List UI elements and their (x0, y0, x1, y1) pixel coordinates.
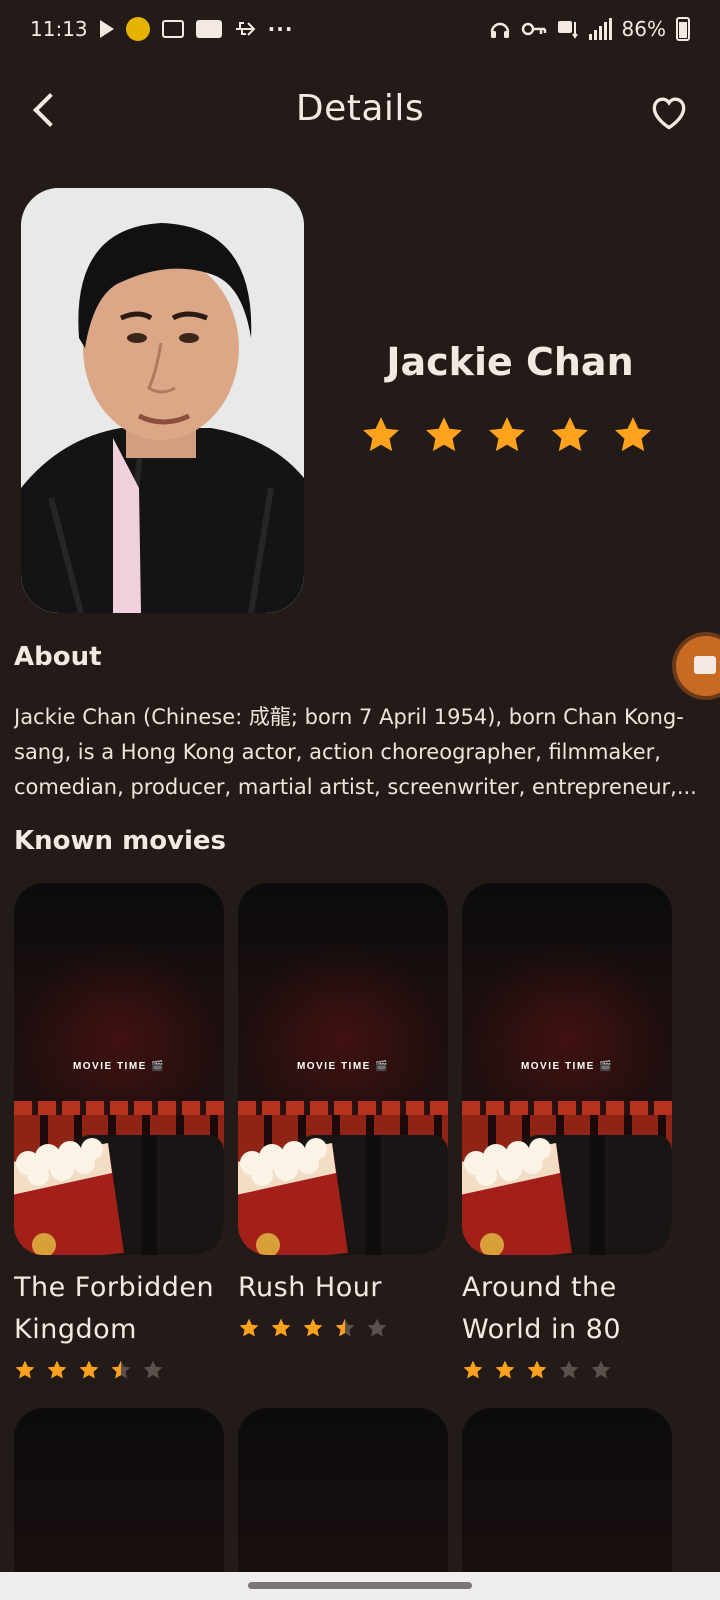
poster-label: MOVIE TIME 🎬 (520, 1061, 614, 1072)
battery-percentage: 86% (621, 17, 666, 41)
star-icon (362, 417, 400, 452)
movie-poster: MOVIE TIME 🎬 (462, 883, 672, 1255)
poster-label: MOVIE TIME 🎬 (72, 1061, 166, 1072)
image-icon (161, 20, 184, 38)
status-time: 11:13 (30, 17, 88, 41)
about-text-content: Jackie Chan (Chinese: 成龍; born 7 April 1… (14, 705, 697, 799)
star-icon (591, 1360, 611, 1379)
movie-card-partial[interactable] (238, 1408, 448, 1578)
about-text[interactable]: Jackie Chan (Chinese: 成龍; born 7 April 1… (14, 700, 714, 805)
signal-icon (588, 18, 612, 40)
heart-icon (652, 97, 686, 130)
actor-photo (21, 188, 304, 613)
screen-recorder-bubble[interactable] (676, 636, 720, 696)
video-icon (694, 656, 716, 674)
lte-icon (557, 18, 579, 40)
star-icon (551, 417, 589, 452)
star-icon (488, 417, 526, 452)
poster-glow (238, 943, 448, 1103)
page-title: Details (295, 88, 425, 129)
actor-rating (360, 414, 654, 456)
play-icon (99, 20, 114, 38)
star-icon (527, 1360, 547, 1379)
known-movies-heading: Known movies (14, 826, 227, 856)
movie-rating (462, 1359, 672, 1381)
star-icon (559, 1360, 579, 1379)
popcorn-icon (238, 1138, 348, 1255)
movie-poster: MOVIE TIME 🎬 (238, 883, 448, 1255)
star-icon (463, 1360, 483, 1379)
system-navigation-bar (0, 1572, 720, 1600)
star-icon (143, 1360, 163, 1379)
poster-glow (14, 943, 224, 1103)
movie-card[interactable]: MOVIE TIME 🎬 The Forbidden Kingdom (14, 883, 224, 1381)
star-icon (335, 1318, 355, 1337)
top-app-bar: Details (0, 72, 720, 152)
status-bar: 11:13 ··· 86% (0, 0, 720, 58)
movie-card[interactable]: MOVIE TIME 🎬 Around the World in 80 D... (462, 883, 672, 1381)
more-icon: ··· (267, 17, 294, 41)
popcorn-icon (14, 1138, 124, 1255)
movie-poster: MOVIE TIME 🎬 (14, 883, 224, 1255)
app-icon (125, 17, 150, 41)
popcorn-icon (462, 1138, 572, 1255)
star-icon (47, 1360, 67, 1379)
headset-icon (489, 18, 511, 40)
vpn-key-icon (521, 18, 547, 40)
movie-card-partial[interactable] (14, 1408, 224, 1578)
usb-icon (234, 18, 256, 40)
movie-title: The Forbidden Kingdom (14, 1272, 215, 1345)
poster-glow (462, 943, 672, 1103)
star-icon (303, 1318, 323, 1337)
star-icon (425, 417, 463, 452)
star-icon (367, 1318, 387, 1337)
home-gesture-handle[interactable] (248, 1582, 472, 1589)
star-icon (239, 1318, 259, 1337)
star-icon (495, 1360, 515, 1379)
star-icon (79, 1360, 99, 1379)
favorite-button[interactable] (646, 90, 692, 134)
battery-icon (676, 17, 690, 41)
movie-rating (238, 1317, 448, 1339)
star-icon (614, 417, 652, 452)
poster-label: MOVIE TIME 🎬 (296, 1061, 390, 1072)
movie-rating (14, 1359, 224, 1381)
star-icon (111, 1360, 131, 1379)
actor-name: Jackie Chan (386, 340, 634, 384)
movie-title: Around the World in 80 D... (462, 1272, 622, 1345)
movie-card-partial[interactable] (462, 1408, 672, 1578)
movie-title: Rush Hour (238, 1272, 382, 1303)
video-icon (195, 20, 222, 38)
movie-card[interactable]: MOVIE TIME 🎬 Rush Hour (238, 883, 448, 1339)
star-icon (271, 1318, 291, 1337)
about-heading: About (14, 642, 102, 672)
star-icon (15, 1360, 35, 1379)
